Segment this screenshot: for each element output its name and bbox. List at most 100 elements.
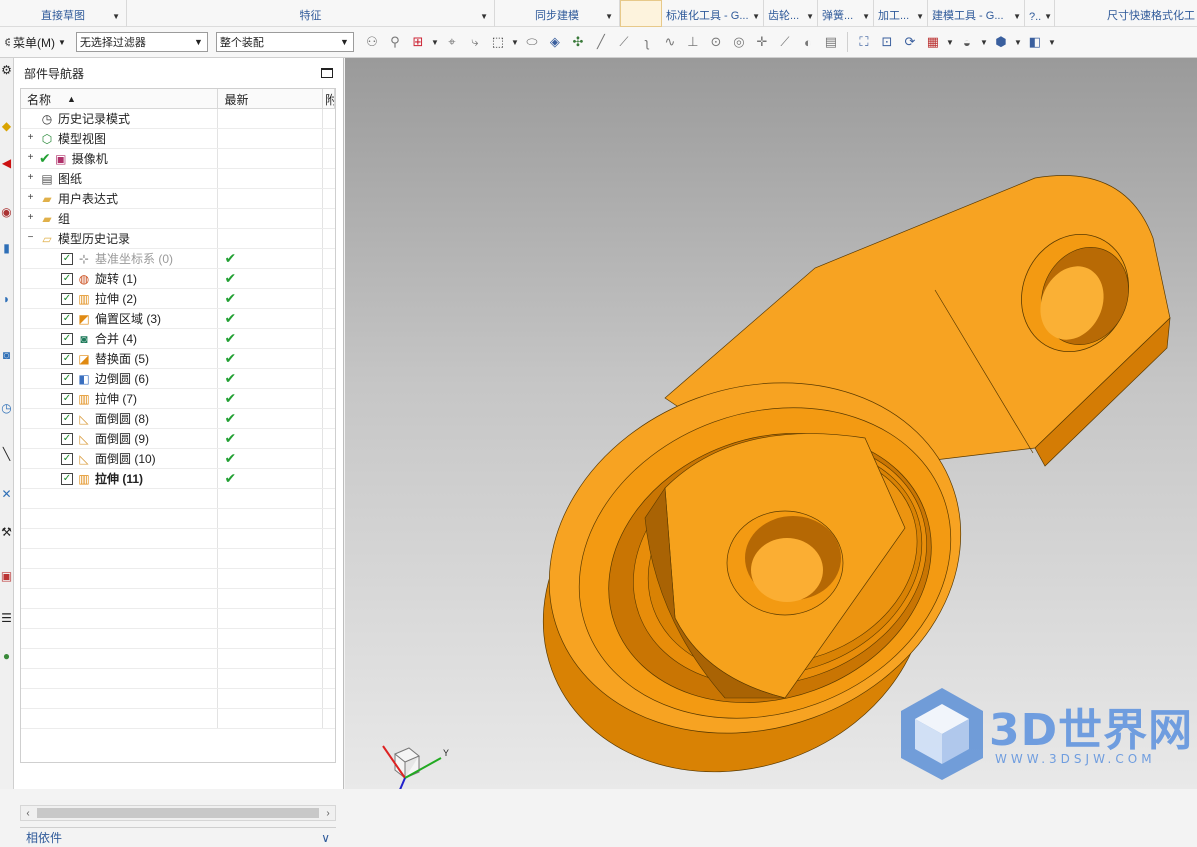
feature-visibility-checkbox[interactable]: ✓: [61, 292, 73, 305]
chevron-down-icon[interactable]: ▼: [980, 32, 988, 52]
curve-icon[interactable]: ʅ: [637, 32, 657, 52]
ribbon-group-highlight[interactable]: [620, 0, 662, 27]
ribbon-group-direct-sketch[interactable]: 直接草图 ▼: [0, 0, 127, 27]
pin-icon[interactable]: ⚙: [0, 62, 13, 78]
feature-visibility-checkbox[interactable]: ✓: [61, 372, 73, 385]
horizontal-scrollbar[interactable]: ‹ ›: [20, 805, 336, 821]
scrollbar-thumb[interactable]: [37, 808, 319, 818]
tree-row[interactable]: ✓ ◍ 旋转 (1) ✔: [21, 269, 335, 289]
graphics-window[interactable]: Y 3D世界网 WWW.3DSJW.COM: [345, 58, 1197, 789]
tree-row[interactable]: ✓ ⊹ 基准坐标系 (0) ✔: [21, 249, 335, 269]
expand-icon[interactable]: +: [26, 193, 35, 203]
feature-visibility-checkbox[interactable]: ✓: [61, 312, 73, 325]
tip-icon[interactable]: ●: [0, 648, 13, 664]
tree-row[interactable]: + ⬡ 模型视图: [21, 129, 335, 149]
expand-icon[interactable]: +: [26, 213, 35, 223]
tree-row[interactable]: + ▰ 组: [21, 209, 335, 229]
circle-center-icon[interactable]: ◎: [729, 32, 749, 52]
web-browser-icon[interactable]: ◙: [0, 347, 13, 363]
rotate-icon[interactable]: ⟳: [900, 32, 920, 52]
expand-icon[interactable]: +: [26, 173, 35, 183]
column-header-attached[interactable]: 附: [323, 89, 335, 109]
history-icon[interactable]: ◷: [0, 400, 13, 416]
render-style-icon[interactable]: ⬭: [522, 32, 542, 52]
cross-icon[interactable]: ✛: [752, 32, 772, 52]
intersect-icon[interactable]: ⊥: [683, 32, 703, 52]
tree-row[interactable]: ✓ ◺ 面倒圆 (10) ✔: [21, 449, 335, 469]
system-scene-icon[interactable]: ▣: [0, 568, 13, 584]
chevron-down-icon[interactable]: ▼: [480, 12, 488, 21]
feature-visibility-checkbox[interactable]: ✓: [61, 392, 73, 405]
chevron-down-icon[interactable]: ▼: [946, 32, 954, 52]
chevron-down-icon[interactable]: ▼: [1013, 12, 1021, 21]
tree-row[interactable]: ✓ ▥ 拉伸 (7) ✔: [21, 389, 335, 409]
zoom-window-icon[interactable]: ⊡: [877, 32, 897, 52]
tree-row[interactable]: ✓ ◪ 替换面 (5) ✔: [21, 349, 335, 369]
snap-arrow-icon[interactable]: ⤷: [465, 32, 485, 52]
collapse-icon[interactable]: −: [26, 233, 35, 243]
view-layout-icon[interactable]: ▦: [923, 32, 943, 52]
reuse-library-icon[interactable]: ▮: [0, 240, 13, 256]
cube-view-icon[interactable]: ⬢: [991, 32, 1011, 52]
chevron-down-icon[interactable]: ▼: [806, 12, 814, 21]
scroll-left-icon[interactable]: ‹: [21, 808, 35, 819]
ribbon-group-features[interactable]: 特征 ▼: [127, 0, 495, 27]
spline-icon[interactable]: ∿: [660, 32, 680, 52]
tree-row[interactable]: ✓ ◺ 面倒圆 (9) ✔: [21, 429, 335, 449]
layer-icon[interactable]: ▤: [821, 32, 841, 52]
scroll-right-icon[interactable]: ›: [321, 808, 335, 819]
ribbon-group-springs[interactable]: 弹簧... ▼: [818, 0, 874, 27]
feature-visibility-checkbox[interactable]: ✓: [61, 272, 73, 285]
chevron-down-icon[interactable]: ∨: [321, 831, 330, 845]
hd3d-icon[interactable]: ◗: [0, 291, 13, 307]
feature-visibility-checkbox[interactable]: ✓: [61, 352, 73, 365]
tree-row[interactable]: ✓ ◩ 偏置区域 (3) ✔: [21, 309, 335, 329]
tree-row[interactable]: + ▰ 用户表达式: [21, 189, 335, 209]
snap-grid-icon[interactable]: ⌖: [442, 32, 462, 52]
menu-button[interactable]: ⚙ 菜单(M) ▼: [0, 31, 70, 53]
tangent-icon[interactable]: ◐: [798, 32, 818, 52]
chevron-down-icon[interactable]: ▼: [1014, 32, 1022, 52]
view-orient-icon[interactable]: ◈: [545, 32, 565, 52]
column-header-name[interactable]: 名称 ▲: [21, 89, 219, 109]
feature-visibility-checkbox[interactable]: ✓: [61, 472, 73, 485]
ribbon-group-standard-tools[interactable]: 标准化工具 - G... ▼: [662, 0, 764, 27]
part-navigator-icon[interactable]: ◉: [0, 204, 13, 220]
tree-row[interactable]: ✓ ◙ 合并 (4) ✔: [21, 329, 335, 349]
tree-row[interactable]: ◷ 历史记录模式: [21, 109, 335, 129]
line-icon-2[interactable]: ⟋: [614, 32, 634, 52]
selection-box-icon[interactable]: ⬚: [488, 32, 508, 52]
selection-filter-dropdown[interactable]: 无选择过滤器 ▼: [75, 32, 208, 52]
point-icon[interactable]: ✣: [568, 32, 588, 52]
circle-icon[interactable]: ⊙: [706, 32, 726, 52]
list-icon[interactable]: ☰: [0, 610, 13, 626]
assembly-navigator-icon[interactable]: ◆: [0, 118, 13, 134]
scope-dropdown[interactable]: 整个装配 ▼: [215, 32, 354, 52]
ribbon-group-modeling-tools[interactable]: 建模工具 - G... ▼: [928, 0, 1025, 27]
ribbon-group-machining[interactable]: 加工... ▼: [874, 0, 928, 27]
ribbon-group-sync-modeling[interactable]: 同步建模 ▼: [495, 0, 620, 27]
chevron-down-icon[interactable]: ▼: [511, 32, 519, 52]
chevron-down-icon[interactable]: ▼: [605, 12, 613, 21]
snap-icon[interactable]: ⚇: [362, 32, 382, 52]
feature-visibility-checkbox[interactable]: ✓: [61, 452, 73, 465]
chevron-down-icon[interactable]: ▼: [1048, 32, 1056, 52]
tree-row[interactable]: ✓ ▥ 拉伸 (2) ✔: [21, 289, 335, 309]
chevron-down-icon[interactable]: ▼: [1044, 12, 1052, 21]
tree-row[interactable]: ✓ ▥ 拉伸 (11) ✔: [21, 469, 335, 489]
shading-icon[interactable]: ◒: [957, 32, 977, 52]
chevron-down-icon[interactable]: ▼: [752, 12, 760, 21]
zoom-fit-icon[interactable]: ⛶: [854, 32, 874, 52]
feature-visibility-checkbox[interactable]: ✓: [61, 412, 73, 425]
part-navigator-tree[interactable]: 名称 ▲ 最新 附 ◷ 历史记录模式 + ⬡ 模型视图 + ✔ ▣ 摄像机 + ▤ 图纸 + ▰ 用户表达式…: [20, 88, 336, 763]
snap-point-icon[interactable]: ⚲: [385, 32, 405, 52]
select-icon[interactable]: ⊞: [408, 32, 428, 52]
feature-visibility-checkbox[interactable]: ✓: [61, 432, 73, 445]
section-view-icon[interactable]: ◧: [1025, 32, 1045, 52]
tree-row[interactable]: ✓ ◺ 面倒圆 (8) ✔: [21, 409, 335, 429]
ribbon-group-more[interactable]: ?.. ▼: [1025, 0, 1055, 27]
tree-row[interactable]: − ▱ 模型历史记录: [21, 229, 335, 249]
column-header-latest[interactable]: 最新: [218, 89, 324, 109]
expand-icon[interactable]: +: [26, 133, 35, 143]
feature-visibility-checkbox[interactable]: ✓: [61, 332, 73, 345]
